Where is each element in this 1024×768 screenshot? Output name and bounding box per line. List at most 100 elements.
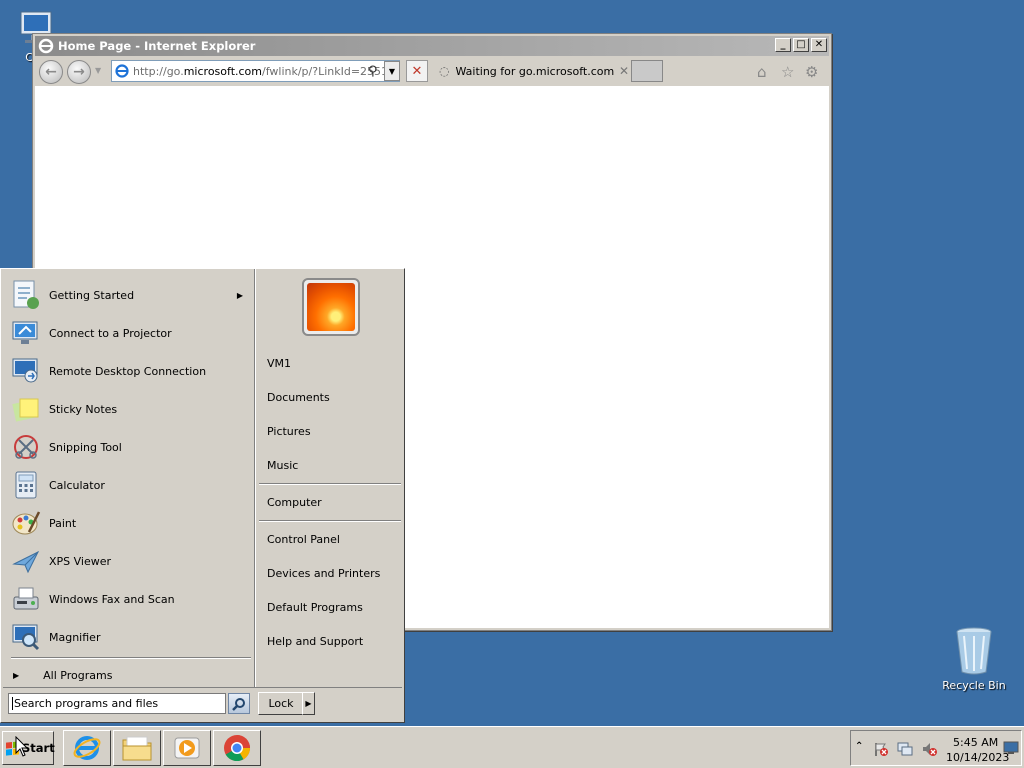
separator [259,483,401,485]
favorites-star-icon[interactable]: ☆ [781,63,794,81]
program-paint[interactable]: Paint [9,504,249,542]
start-menu-places-pane: VM1 Documents Pictures Music Computer Co… [257,271,403,687]
separator [259,520,401,522]
close-button[interactable]: ✕ [811,38,827,52]
ie-toolbar: ← → ▼ http://go.microsoft.com/fwlink/p/?… [35,56,829,86]
program-connect-projector[interactable]: Connect to a Projector [9,314,249,352]
gear-icon[interactable]: ⚙ [805,63,818,81]
network-icon[interactable] [897,741,913,757]
search-input[interactable]: Search programs and files [8,693,226,714]
place-default-programs[interactable]: Default Programs [267,601,363,614]
url-domain: microsoft.com [183,64,262,78]
start-menu-programs-pane: Getting Started ▶ Connect to a Projector… [3,271,254,687]
program-fax-scan[interactable]: Windows Fax and Scan [9,580,249,618]
text-caret [12,697,13,710]
lock-label: Lock [268,697,294,710]
search-button[interactable] [228,693,250,714]
user-avatar[interactable] [302,278,360,336]
program-label: Magnifier [49,630,101,644]
program-xps-viewer[interactable]: XPS Viewer [9,542,249,580]
all-programs-button[interactable]: ▶ All Programs [11,665,251,685]
place-help-support[interactable]: Help and Support [267,635,363,648]
program-snipping-tool[interactable]: Snipping Tool [9,428,249,466]
ie-page-icon [115,64,129,78]
expand-arrow-icon: ▶ [13,670,20,680]
tab-active[interactable]: ◌ Waiting for go.microsoft.com ✕ [433,60,629,82]
program-label: Remote Desktop Connection [49,364,207,378]
recycle-bin-icon [956,627,992,675]
place-control-panel[interactable]: Control Panel [267,533,340,546]
action-center-flag-icon[interactable] [873,741,889,757]
submenu-arrow-icon: ▶ [236,290,243,300]
home-icon[interactable]: ⌂ [757,63,767,81]
desktop-icon-label: Recycle Bin [942,679,1006,692]
show-desktop-icon[interactable] [1003,741,1019,755]
ie-logo-icon [38,38,54,54]
new-tab-button[interactable] [631,60,663,82]
address-url[interactable]: http://go.microsoft.com/fwlink/p/?LinkId… [133,65,388,78]
clock-date[interactable]: 10/14/2023 [946,751,1009,764]
internet-explorer-icon [73,736,101,760]
window-controls: _ □ ✕ [775,38,827,52]
back-button[interactable]: ← [39,60,63,84]
program-calculator[interactable]: Calculator [9,466,249,504]
taskbar-media-player[interactable] [163,730,211,766]
program-sticky-notes[interactable]: Sticky Notes [9,390,249,428]
program-magnifier[interactable]: Magnifier [9,618,249,656]
search-icon[interactable]: ⚲ [368,64,378,79]
forward-button[interactable]: → [67,60,91,84]
volume-muted-icon[interactable] [921,741,937,757]
place-user-folder[interactable]: VM1 [267,357,291,370]
projector-icon [9,316,43,350]
clock-time[interactable]: 5:45 AM [953,736,998,749]
desktop-icon-recycle-bin[interactable]: Recycle Bin [938,626,1010,692]
mouse-cursor-icon [15,736,29,757]
place-pictures[interactable]: Pictures [267,425,311,438]
all-programs-label: All Programs [43,668,113,682]
url-prefix: http://go. [133,64,184,78]
program-label: XPS Viewer [49,554,112,568]
minimize-button[interactable]: _ [775,38,791,52]
flower-avatar-image [307,283,355,331]
program-label: Connect to a Projector [49,326,172,340]
maximize-button[interactable]: □ [793,38,809,52]
address-dropdown-button[interactable]: ▼ [384,61,400,81]
notification-area: ⌃ 5:45 AM 10/14/2023 [850,730,1022,766]
place-music[interactable]: Music [267,459,298,472]
power-options-button[interactable]: ▶ [302,692,315,715]
stop-button[interactable]: ✕ [406,60,428,82]
calculator-icon [9,468,43,502]
place-devices-printers[interactable]: Devices and Printers [267,567,380,580]
show-hidden-icons-button[interactable]: ⌃ [855,741,863,752]
tab-close-icon[interactable]: ✕ [619,64,629,78]
back-arrow-icon: ← [45,64,57,80]
program-getting-started[interactable]: Getting Started ▶ [9,276,249,314]
magnifier-icon [9,620,43,654]
folder-icon [122,736,152,761]
stop-x-icon: ✕ [411,63,423,79]
search-icon [232,697,245,711]
place-documents[interactable]: Documents [267,391,330,404]
program-label: Getting Started [49,288,135,302]
getting-started-icon [9,278,43,312]
program-label: Windows Fax and Scan [49,592,175,606]
recent-pages-dropdown-icon[interactable]: ▼ [95,66,101,75]
xps-viewer-icon [9,544,43,578]
taskbar-chrome[interactable] [213,730,261,766]
paint-icon [9,506,43,540]
window-title: Home Page - Internet Explorer [58,39,256,53]
separator [11,657,251,659]
start-menu: Getting Started ▶ Connect to a Projector… [0,268,405,723]
taskbar: Start ⌃ 5:45 AM 10/14/2023 [0,726,1024,768]
program-remote-desktop[interactable]: Remote Desktop Connection [9,352,249,390]
program-label: Snipping Tool [49,440,122,454]
taskbar-windows-explorer[interactable] [113,730,161,766]
place-computer[interactable]: Computer [267,496,322,509]
lock-button[interactable]: Lock [258,692,304,715]
address-bar[interactable]: http://go.microsoft.com/fwlink/p/?LinkId… [111,60,400,82]
program-label: Paint [49,516,77,530]
taskbar-internet-explorer[interactable] [63,730,111,766]
ie-titlebar[interactable]: Home Page - Internet Explorer _ □ ✕ [35,36,829,56]
search-placeholder: Search programs and files [14,697,159,710]
media-player-icon [174,737,200,759]
